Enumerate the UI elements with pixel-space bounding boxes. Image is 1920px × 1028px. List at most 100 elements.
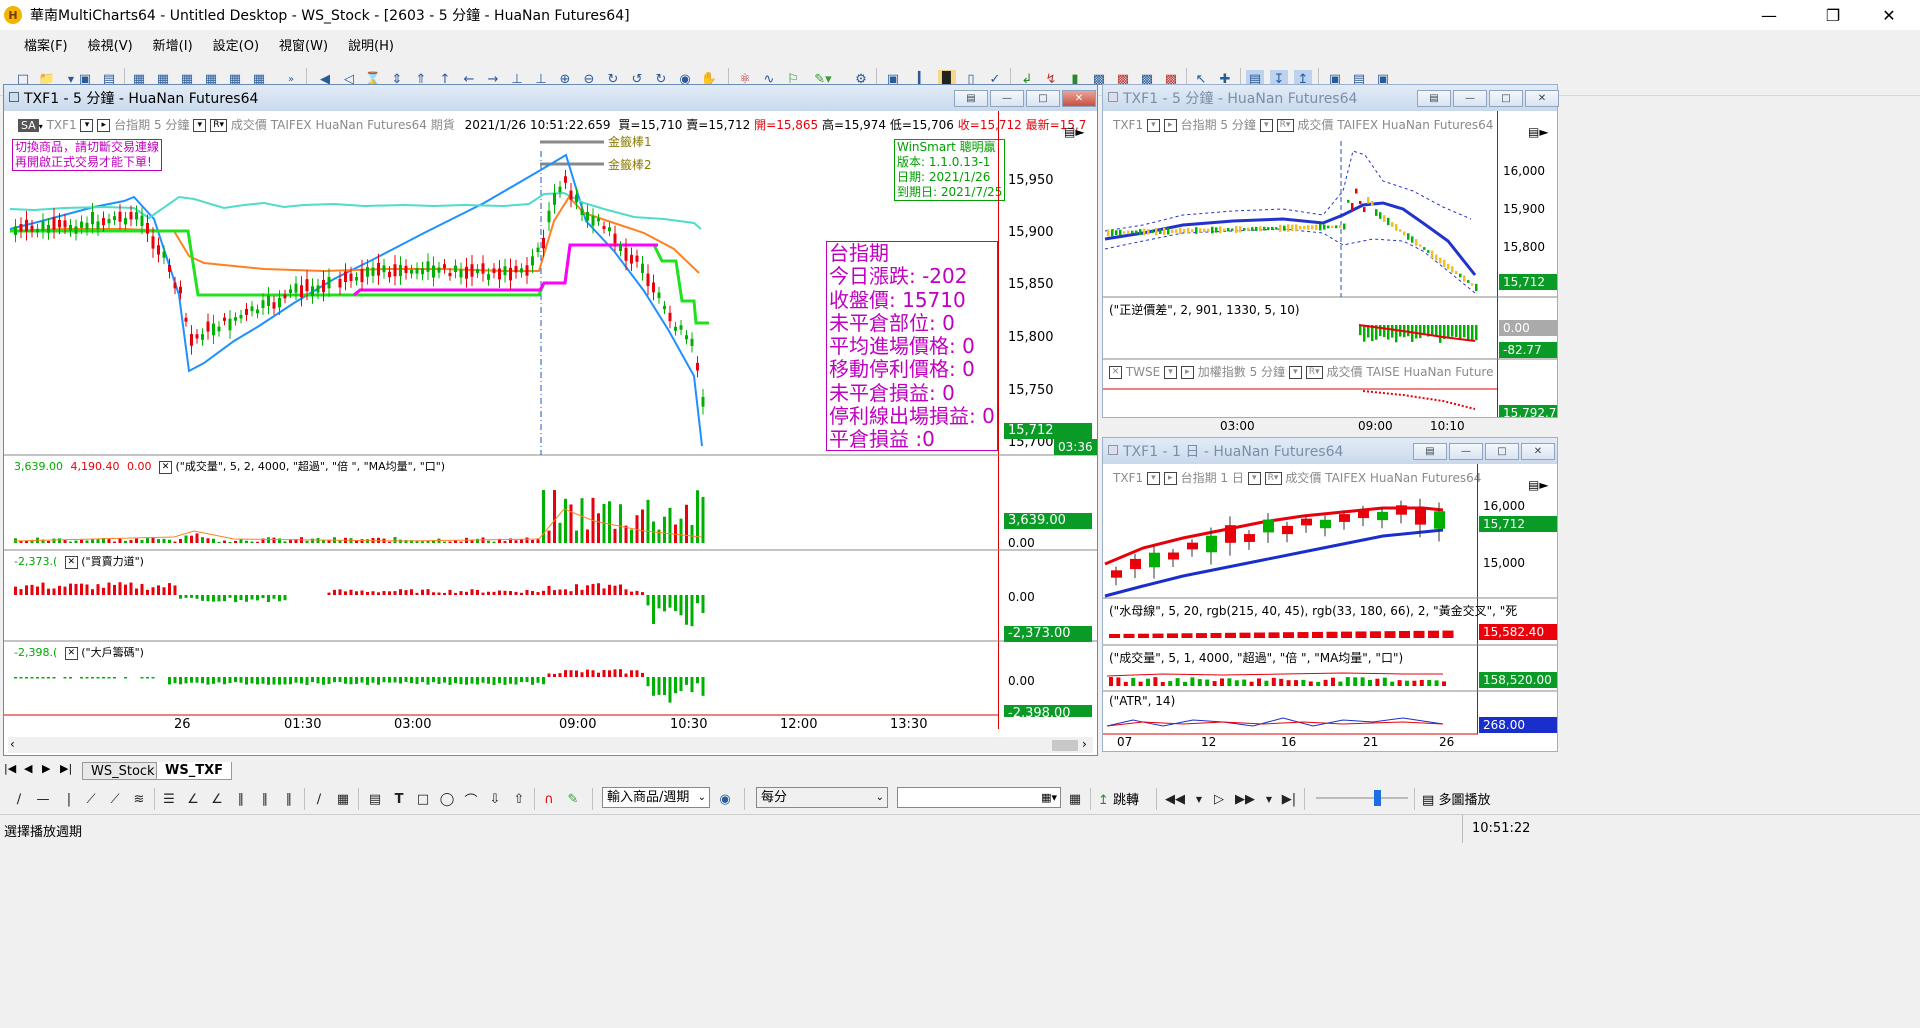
fib-time-tool-icon[interactable]: ∥ [232,790,250,808]
rt-restore-button[interactable]: ▤ [1417,90,1451,107]
channel-tool-icon[interactable]: ⟋ [82,790,100,808]
buy-power-bar [234,595,237,603]
play-icon[interactable]: ▷ [1210,790,1228,808]
rt-twse-refresh-icon[interactable]: R▾ [1305,366,1323,379]
rt-twse-field-icon[interactable]: ▾ [1288,366,1302,379]
tab-ws-stock[interactable]: WS_Stock [82,762,164,780]
large-holder-bar [459,677,463,685]
menu-insert[interactable]: 新增(I) [143,35,203,54]
compass-icon[interactable]: ◉ [716,790,734,808]
rb-restore-button[interactable]: ▤ [1413,443,1447,460]
menu-file[interactable]: 檔案(F) [14,35,78,54]
rb-minimize-button[interactable]: — [1449,443,1483,460]
rt-twse-exchange: TAISE [1366,365,1400,379]
step-forward-icon[interactable]: ▶▶ [1235,790,1255,808]
symbol-period-combo[interactable]: 輸入商品/週期 ⌄ [602,787,710,808]
cycle-tool-icon[interactable]: ∥ [256,790,274,808]
rt-candle [1363,207,1366,212]
main-minimize-button[interactable]: — [990,90,1024,107]
menu-window[interactable]: 視窗(W) [269,35,338,54]
large-holder-bar [69,677,72,679]
combo-arrow-icon[interactable]: ⌄ [876,788,884,807]
speed-slider[interactable] [1316,797,1408,799]
menu-help[interactable]: 說明(H) [338,35,404,54]
jump-button[interactable]: ↥ 跳轉 [1098,789,1139,808]
rt-twse-close-icon[interactable]: ✕ [1109,366,1122,379]
ruler-tool-icon[interactable]: ∕ [310,790,328,808]
tab-next-icon[interactable]: ▶ [42,762,50,775]
buy-power-bar [190,595,193,598]
arc-tool-icon[interactable]: ⌒ [462,790,480,809]
right-bottom-chart-window[interactable]: TXF1 - 1 日 - HuaNan Futures64 ▤ — □ ✕ TX… [1102,437,1558,752]
scroll-left-arrow-icon[interactable]: ‹ [10,737,15,751]
step-forward-dropdown-icon[interactable]: ▼ [1260,790,1278,808]
speed-tool-icon[interactable]: ∥ [280,790,298,808]
horizontal-scrollbar[interactable]: ‹ › [8,737,1093,753]
menu-settings[interactable]: 設定(O) [203,35,269,54]
step-back-dropdown-icon[interactable]: ▼ [1190,790,1208,808]
rectangle-tool-icon[interactable]: □ [414,790,432,808]
large-holder-bar [421,677,424,683]
rt-minimize-button[interactable]: — [1453,90,1487,107]
date-picker-combo[interactable]: ▦▾ [897,787,1061,808]
main-chart-window[interactable]: TXF1 - 5 分鐘 - HuaNan Futures64 ▤ — □ ✕ S… [3,84,1098,756]
candle-body [96,221,100,230]
buy-power-bar [476,589,479,595]
rb-maximize-button[interactable]: □ [1485,443,1519,460]
magnet-icon[interactable]: ∩ [540,790,558,808]
buy-power-bar [619,584,622,595]
calendar-icon[interactable]: ▦▾ [1041,788,1057,807]
pitchfork-tool-icon[interactable]: ⟋ [106,790,124,808]
buy-power-bar [553,590,556,595]
speed-slider-thumb[interactable] [1374,790,1381,806]
tab-ws-txf[interactable]: WS_TXF [156,762,232,780]
note-tool-icon[interactable]: ▤ [366,790,384,808]
text-tool-icon[interactable]: T [390,790,408,808]
rt-twse-dropdown-icon[interactable]: ▾ [1164,366,1178,379]
horizontal-line-tool-icon[interactable]: — [34,790,52,808]
scroll-thumb[interactable] [1052,740,1078,751]
arrow-down-tool-icon[interactable]: ⇩ [486,790,504,808]
multi-chart-playback-button[interactable]: ▤ 多圖播放 [1422,789,1490,808]
volume-close-icon[interactable]: ✕ [158,460,172,474]
buy-power-legend: -2,373.( ✕ ("買賣力道") [14,553,144,569]
go-end-icon[interactable]: ▶| [1280,790,1298,808]
main-restore-button[interactable]: ▤ [954,90,988,107]
combo-arrow-icon[interactable]: ⌄ [698,788,706,807]
scroll-right-arrow-icon[interactable]: › [1082,737,1087,751]
fib-ext-tool-icon[interactable]: ∠ [208,790,226,808]
main-chart-canvas[interactable]: 金籤棒1 金籤棒2 [4,111,1097,755]
rb-close-button[interactable]: ✕ [1521,443,1555,460]
rt-candle [1443,259,1446,268]
main-maximize-button[interactable]: □ [1026,90,1060,107]
main-close-button[interactable]: ✕ [1062,90,1096,107]
playback-period-combo[interactable]: 每分 ⌄ [756,787,888,808]
volume-bar [80,539,83,543]
arrow-up-tool-icon[interactable]: ⇧ [510,790,528,808]
trendline-tool-icon[interactable]: ∕ [10,790,28,808]
right-top-chart-window[interactable]: TXF1 - 5 分鐘 - HuaNan Futures64 ▤ — □ ✕ T… [1102,84,1559,418]
tab-first-icon[interactable]: |◀ [4,762,16,775]
gann-tool-icon[interactable]: ≋ [130,790,148,808]
fib-retrace-tool-icon[interactable]: ☰ [160,790,178,808]
minimize-button[interactable]: — [1746,0,1792,30]
tab-prev-icon[interactable]: ◀ [24,762,32,775]
eraser-icon[interactable]: ✎ [564,790,582,808]
rt-close-button[interactable]: ✕ [1525,90,1559,107]
rt-twse-interval-icon[interactable]: ▸ [1180,366,1194,379]
large-holder-close-icon[interactable]: ✕ [64,646,78,660]
step-back-icon[interactable]: ◀◀ [1165,790,1185,808]
ellipse-tool-icon[interactable]: ◯ [438,790,456,808]
close-button[interactable]: ✕ [1866,0,1912,30]
fib-fan-tool-icon[interactable]: ∠ [184,790,202,808]
vertical-line-tool-icon[interactable]: | [60,790,78,808]
maximize-button[interactable]: ❐ [1810,0,1856,30]
calculator-icon[interactable]: ▦ [1066,790,1084,808]
grid-tool-icon[interactable]: ▦ [334,790,352,808]
menu-view[interactable]: 檢視(V) [78,35,143,54]
candle-body [393,264,397,277]
volume-bar [443,541,446,543]
tab-last-icon[interactable]: ▶| [60,762,72,775]
rt-maximize-button[interactable]: □ [1489,90,1523,107]
buy-power-close-icon[interactable]: ✕ [64,555,78,569]
